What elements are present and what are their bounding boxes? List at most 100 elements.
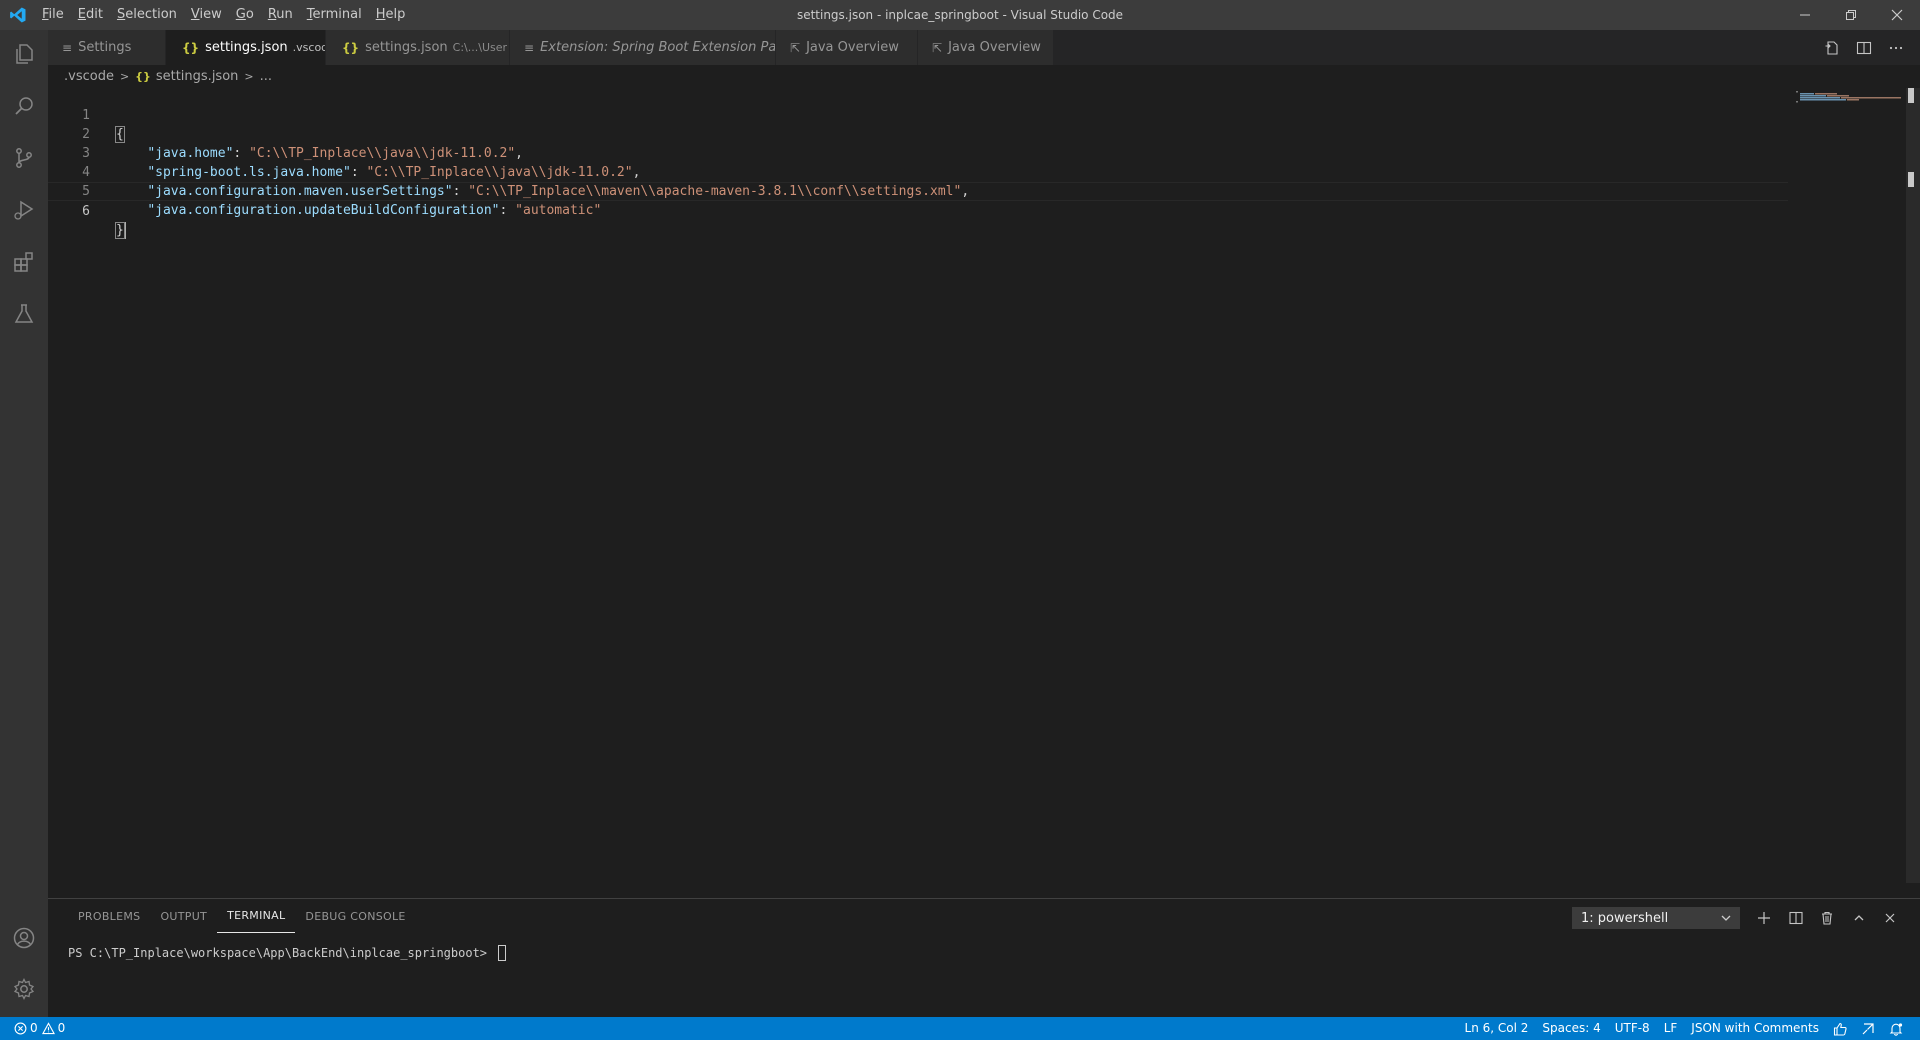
menu-file[interactable]: File bbox=[35, 0, 71, 30]
search-button[interactable] bbox=[0, 82, 48, 130]
chevron-right-icon: > bbox=[244, 69, 254, 83]
title-bar: File Edit Selection View Go Run Terminal… bbox=[0, 0, 1920, 30]
split-terminal-button[interactable] bbox=[1785, 907, 1807, 929]
extensions-icon bbox=[14, 252, 33, 272]
breadcrumb-symbols[interactable]: ... bbox=[260, 69, 272, 84]
scrollbar-thumb[interactable] bbox=[1908, 88, 1914, 103]
account-icon bbox=[13, 927, 35, 949]
manage-button[interactable] bbox=[0, 965, 48, 1013]
menu-help[interactable]: Help bbox=[369, 0, 413, 30]
json-file-icon: {} bbox=[342, 40, 360, 55]
breadcrumb-folder[interactable]: .vscode bbox=[64, 69, 114, 84]
close-window-button[interactable] bbox=[1874, 0, 1920, 30]
vertical-scrollbar[interactable] bbox=[1906, 88, 1920, 883]
menu-view[interactable]: View bbox=[184, 0, 229, 30]
maximize-panel-button[interactable] bbox=[1848, 907, 1870, 929]
json-file-icon: {} bbox=[135, 69, 151, 83]
eol-status[interactable]: LF bbox=[1657, 1017, 1685, 1040]
panel-tab-problems[interactable]: PROBLEMS bbox=[68, 899, 150, 934]
language-mode-status[interactable]: JSON with Comments bbox=[1684, 1017, 1826, 1040]
files-icon bbox=[16, 44, 33, 64]
split-editor-button[interactable] bbox=[1848, 30, 1880, 65]
json-key: "java.configuration.updateBuildConfigura… bbox=[147, 203, 500, 218]
panel-tab-terminal[interactable]: TERMINAL bbox=[217, 899, 296, 933]
source-control-button[interactable] bbox=[0, 134, 48, 182]
code-line: 2 "java.home": "C:\\TP_Inplace\\java\\jd… bbox=[48, 106, 1788, 161]
broadcast-icon bbox=[1862, 1022, 1874, 1034]
chevron-right-icon: > bbox=[119, 69, 130, 83]
chevron-up-icon bbox=[1854, 915, 1864, 921]
menu-selection[interactable]: Selection bbox=[110, 0, 184, 30]
tab-description: C:\...\User bbox=[452, 41, 508, 54]
close-icon bbox=[1891, 9, 1903, 21]
tab-extension-spring-boot[interactable]: ≡ Extension: Spring Boot Extension Pack bbox=[510, 30, 776, 65]
tab-java-overview-2[interactable]: ⇱ Java Overview bbox=[918, 30, 1054, 65]
webview-icon: ⇱ bbox=[932, 40, 943, 55]
tab-label: settings.json bbox=[365, 40, 448, 55]
editor-tab-bar: ≡ Settings {} settings.json .vscode ✕ {}… bbox=[48, 30, 1920, 65]
menu-terminal[interactable]: Terminal bbox=[300, 0, 369, 30]
json-file-icon: {} bbox=[182, 40, 200, 55]
terminal-dropdown[interactable]: 1: powershell bbox=[1572, 907, 1740, 929]
json-value: "automatic" bbox=[515, 203, 602, 218]
tab-label: Java Overview bbox=[948, 40, 1041, 55]
tab-settings-json-vscode[interactable]: {} settings.json .vscode ✕ bbox=[166, 30, 326, 65]
run-debug-icon bbox=[14, 200, 34, 220]
close-panel-button[interactable] bbox=[1879, 907, 1901, 929]
webview-icon: ⇱ bbox=[790, 40, 801, 55]
notifications-button[interactable] bbox=[1882, 1017, 1910, 1040]
encoding-status[interactable]: UTF-8 bbox=[1608, 1017, 1657, 1040]
panel-tab-output[interactable]: OUTPUT bbox=[150, 899, 217, 934]
extensions-button[interactable] bbox=[0, 238, 48, 286]
trash-icon bbox=[1822, 911, 1832, 925]
problems-status[interactable]: 0 0 bbox=[10, 1017, 72, 1040]
search-icon bbox=[15, 97, 33, 115]
code-editor[interactable]: 1 { 2 "java.home": "C:\\TP_Inplace\\java… bbox=[48, 87, 1920, 897]
scrollbar-cursor-marker bbox=[1908, 172, 1914, 187]
chevron-down-icon bbox=[1719, 911, 1733, 929]
minimize-icon bbox=[1800, 14, 1810, 16]
accounts-button[interactable] bbox=[0, 914, 48, 962]
cursor-position-status[interactable]: Ln 6, Col 2 bbox=[1458, 1017, 1536, 1040]
split-editor-icon bbox=[1856, 41, 1872, 54]
error-icon bbox=[14, 1022, 27, 1035]
explorer-button[interactable] bbox=[0, 30, 48, 78]
testing-button[interactable] bbox=[0, 290, 48, 338]
settings-editor-icon: ≡ bbox=[62, 40, 73, 55]
status-left: 0 0 bbox=[10, 1017, 72, 1040]
warning-count: 0 bbox=[57, 1021, 66, 1035]
panel-tab-debug-console[interactable]: DEBUG CONSOLE bbox=[295, 899, 415, 934]
tab-settings[interactable]: ≡ Settings bbox=[48, 30, 166, 65]
minimize-button[interactable] bbox=[1782, 0, 1828, 30]
source-control-icon bbox=[16, 148, 32, 168]
feedback-button[interactable] bbox=[1826, 1017, 1854, 1040]
kill-terminal-button[interactable] bbox=[1816, 907, 1838, 929]
terminal-cursor bbox=[498, 945, 507, 961]
terminal-prompt: PS C:\TP_Inplace\workspace\App\BackEnd\i… bbox=[68, 946, 495, 960]
error-count: 0 bbox=[30, 1021, 38, 1035]
menu-run[interactable]: Run bbox=[261, 0, 300, 30]
tab-label: Settings bbox=[78, 40, 132, 55]
restore-icon bbox=[1846, 10, 1856, 20]
restore-button[interactable] bbox=[1828, 0, 1874, 30]
live-share-button[interactable] bbox=[1854, 1017, 1882, 1040]
terminal-output[interactable]: PS C:\TP_Inplace\workspace\App\BackEnd\i… bbox=[68, 945, 507, 961]
panel-tabs: PROBLEMS OUTPUT TERMINAL DEBUG CONSOLE bbox=[68, 899, 416, 934]
thumbs-up-icon bbox=[1833, 1022, 1847, 1036]
menu-go[interactable]: Go bbox=[229, 0, 261, 30]
code-line: 4 "java.configuration.maven.userSettings… bbox=[48, 144, 1788, 199]
run-debug-button[interactable] bbox=[0, 186, 48, 234]
indentation-status[interactable]: Spaces: 4 bbox=[1535, 1017, 1607, 1040]
tab-java-overview[interactable]: ⇱ Java Overview bbox=[776, 30, 918, 65]
tab-settings-json-user[interactable]: {} settings.json C:\...\User bbox=[326, 30, 510, 65]
minimap[interactable] bbox=[1796, 88, 1902, 103]
more-actions-button[interactable] bbox=[1880, 30, 1912, 65]
new-terminal-button[interactable] bbox=[1753, 907, 1775, 929]
open-settings-ui-button[interactable] bbox=[1816, 30, 1848, 65]
extension-page-icon: ≡ bbox=[524, 40, 535, 55]
plus-icon bbox=[1758, 912, 1770, 924]
menu-edit[interactable]: Edit bbox=[71, 0, 110, 30]
tab-description: .vscode bbox=[292, 41, 325, 54]
breadcrumb-file[interactable]: settings.json bbox=[156, 69, 239, 84]
split-icon bbox=[1789, 911, 1803, 925]
